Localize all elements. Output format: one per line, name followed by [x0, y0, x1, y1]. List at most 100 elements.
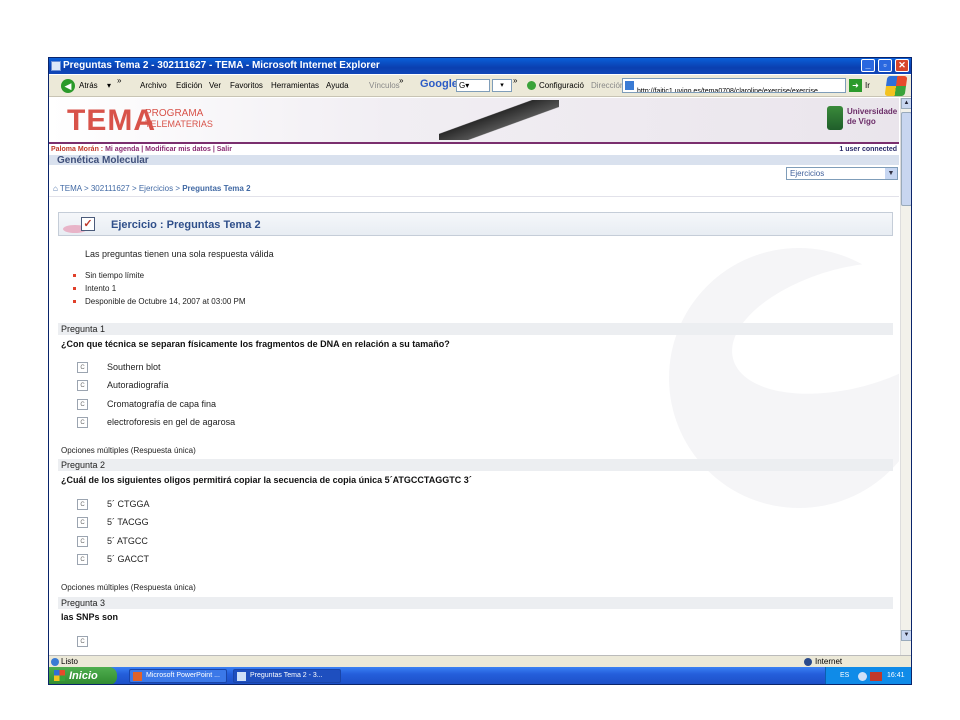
question-1-header: Pregunta 1 [58, 323, 893, 335]
task-powerpoint[interactable]: Microsoft PowerPoint ... [129, 669, 227, 683]
menu-ayuda[interactable]: Ayuda [326, 81, 349, 90]
toolbar-chevron-2[interactable]: » [399, 76, 403, 85]
option-label[interactable]: Cromatografía de capa fina [107, 399, 216, 409]
exercise-info-list: Sin tiempo límite Intento 1 Desponible d… [73, 271, 246, 310]
close-button[interactable]: ✕ [895, 59, 909, 72]
toolbar-chevron-3[interactable]: » [513, 76, 517, 85]
taskbar: Inicio Microsoft PowerPoint ... Pregunta… [49, 667, 911, 684]
radio-button[interactable]: C [77, 536, 88, 547]
windows-logo-icon [884, 76, 908, 96]
configure-icon[interactable] [527, 81, 536, 90]
task-ie-window[interactable]: Preguntas Tema 2 - 3... [233, 669, 341, 683]
question-1-text: ¿Con que técnica se separan físicamente … [61, 339, 450, 349]
vertical-scroll-thumb[interactable] [901, 112, 911, 206]
google-search-box[interactable]: G▾ [456, 79, 490, 92]
option-label[interactable]: Autoradiografía [107, 380, 169, 390]
radio-button[interactable]: C [77, 517, 88, 528]
info-time-limit: Sin tiempo límite [73, 271, 246, 284]
program-line-1: PROGRAMA [145, 108, 204, 119]
task-label: Microsoft PowerPoint ... [146, 672, 220, 679]
minimize-button[interactable]: _ [861, 59, 875, 72]
course-title[interactable]: Genética Molecular [49, 155, 899, 166]
back-arrow-icon[interactable]: ◀ [61, 79, 75, 93]
divider [49, 196, 899, 197]
user-links[interactable]: Paloma Morán : Mi agenda | Modificar mis… [51, 146, 232, 153]
tema-logo[interactable]: TEMA [67, 104, 156, 138]
chevron-down-icon[interactable]: ▼ [885, 168, 897, 179]
ie-icon [237, 672, 246, 681]
ie-app-icon [51, 61, 61, 71]
menu-herramientas[interactable]: Herramientas [271, 81, 319, 90]
tool-select-value: Ejercicios [790, 169, 825, 178]
address-label: Dirección [591, 81, 625, 90]
start-button[interactable]: Inicio [49, 667, 117, 684]
connected-users[interactable]: 1 user connected [839, 146, 897, 153]
breadcrumb-current: Preguntas Tema 2 [182, 184, 251, 193]
question-1-type: Opciones múltiples (Respuesta única) [61, 446, 196, 455]
vertical-scrollbar[interactable]: ▲ ▼ [900, 98, 911, 655]
radio-button[interactable]: C [77, 499, 88, 510]
tool-select[interactable]: Ejercicios ▼ [786, 167, 898, 180]
security-zone[interactable]: Internet [815, 656, 842, 667]
option-label[interactable]: electroforesis en gel de agarosa [107, 417, 235, 427]
google-search-dropdown[interactable]: ▾ [492, 79, 512, 92]
page-content: TEMA PROGRAMA TELEMATERIAS Universidade … [49, 98, 899, 655]
home-icon: ⌂ [53, 184, 58, 193]
configure-button[interactable]: Configuració [539, 81, 584, 90]
clock[interactable]: 16:41 [887, 667, 905, 684]
question-3-header: Pregunta 3 [58, 597, 893, 609]
user-nav-links[interactable]: Mi agenda | Modificar mis datos | Salir [105, 146, 232, 153]
breadcrumb-course[interactable]: 302111627 [91, 184, 130, 193]
restore-button[interactable]: ▫ [878, 59, 892, 72]
breadcrumb: ⌂ TEMA > 302111627 > Ejercicios > Pregun… [53, 184, 251, 193]
scroll-down-icon[interactable]: ▼ [901, 630, 911, 641]
option-label[interactable]: 5´ GACCT [107, 554, 149, 564]
breadcrumb-sep: > [131, 184, 137, 193]
radio-button[interactable]: C [77, 362, 88, 373]
address-bar[interactable]: http://faitic1.uvigo.es/tema0708/claroli… [622, 78, 846, 93]
toolbar-chevron-1[interactable]: » [117, 76, 121, 85]
radio-button[interactable]: C [77, 554, 88, 565]
question-3-text: las SNPs son [61, 612, 119, 622]
status-text: Listo [61, 657, 78, 666]
google-logo: Google [420, 78, 458, 90]
page-icon [625, 81, 634, 90]
breadcrumb-sep: > [83, 184, 89, 193]
network-icon[interactable] [858, 672, 867, 681]
exercise-header: ✓ Ejercicio : Preguntas Tema 2 [58, 212, 893, 236]
menu-favoritos[interactable]: Favoritos [230, 81, 263, 90]
program-name: PROGRAMA TELEMATERIAS [145, 108, 213, 130]
radio-button[interactable]: C [77, 399, 88, 410]
option-label[interactable]: 5´ ATGCC [107, 536, 148, 546]
ati-icon[interactable] [870, 672, 882, 681]
menu-archivo[interactable]: Archivo [140, 81, 167, 90]
back-button[interactable]: Atrás [79, 81, 98, 90]
menu-edicion[interactable]: Edición [176, 81, 202, 90]
radio-button[interactable]: C [77, 417, 88, 428]
breadcrumb-sep: > [175, 184, 180, 193]
radio-button[interactable]: C [77, 380, 88, 391]
links-label[interactable]: Vínculos [369, 81, 400, 90]
breadcrumb-home[interactable]: TEMA [60, 184, 82, 193]
radio-button[interactable]: C [77, 636, 88, 647]
user-bar: Paloma Morán : Mi agenda | Modificar mis… [49, 146, 899, 155]
title-bar[interactable]: Preguntas Tema 2 - 302111627 - TEMA - Mi… [49, 58, 911, 74]
go-arrow-icon[interactable]: ➜ [849, 79, 862, 92]
user-name: Paloma Morán : [51, 146, 104, 153]
breadcrumb-section[interactable]: Ejercicios [139, 184, 173, 193]
university-name[interactable]: Universidade de Vigo [847, 107, 897, 127]
university-line-1: Universidade [847, 107, 898, 116]
go-button[interactable]: Ir [865, 81, 870, 90]
address-value: http://faitic1.uvigo.es/tema0708/claroli… [637, 88, 818, 93]
option-label[interactable]: 5´ TACGG [107, 517, 149, 527]
option-label[interactable]: Southern blot [107, 362, 161, 372]
start-label: Inicio [69, 670, 98, 682]
option-label[interactable]: 5´ CTGGA [107, 499, 150, 509]
menu-ver[interactable]: Ver [209, 81, 221, 90]
scroll-up-icon[interactable]: ▲ [901, 98, 911, 109]
language-indicator[interactable]: ES [840, 667, 849, 684]
task-label: Preguntas Tema 2 - 3... [250, 672, 323, 679]
page-status-icon [51, 658, 59, 666]
info-available: Desponible de Octubre 14, 2007 at 03:00 … [73, 297, 246, 310]
back-dropdown-icon[interactable]: ▾ [107, 81, 111, 90]
